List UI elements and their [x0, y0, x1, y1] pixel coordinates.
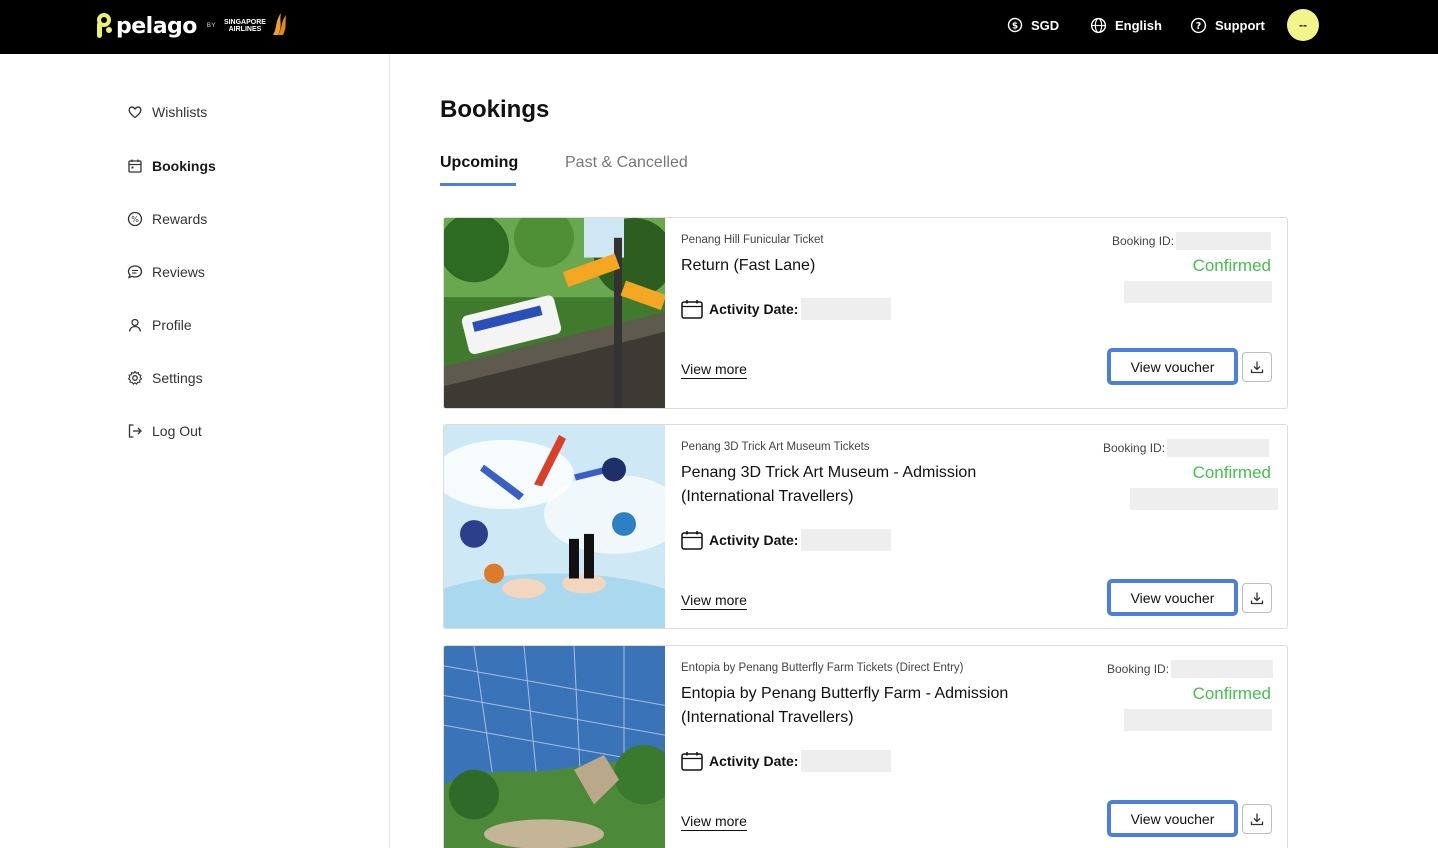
activity-date-label: Activity Date:: [709, 301, 799, 317]
language-selector[interactable]: English: [1090, 15, 1162, 35]
activity-date-row: Activity Date:: [681, 529, 892, 551]
person-icon: [128, 318, 142, 332]
sidebar-item-label: Rewards: [152, 211, 208, 227]
globe-icon: [1090, 17, 1107, 33]
booking-id-row: Booking ID:: [1107, 660, 1274, 678]
svg-text:%: %: [131, 215, 139, 224]
chat-icon: [127, 265, 143, 279]
booking-image: [444, 218, 665, 408]
product-name: Penang 3D Trick Art Museum Tickets: [681, 441, 870, 453]
option-name: Entopia by Penang Butterfly Farm - Admis…: [681, 685, 1009, 726]
avatar[interactable]: --: [1287, 9, 1319, 41]
calendar-icon: [128, 159, 142, 173]
sidebar-item-label: Reviews: [152, 264, 205, 280]
sidebar-item-label: Profile: [152, 317, 192, 333]
partner-name: SINGAPORE AIRLINES: [224, 19, 266, 33]
activity-date-label: Activity Date:: [709, 532, 799, 548]
svg-text:?: ?: [1196, 21, 1202, 32]
view-more-link[interactable]: View more: [681, 813, 747, 829]
option-name: Penang 3D Trick Art Museum - Admission (…: [681, 464, 977, 505]
svg-text:$: $: [1012, 22, 1018, 32]
tab-upcoming[interactable]: Upcoming: [440, 154, 518, 186]
sidebar-item-settings[interactable]: Settings: [127, 368, 203, 388]
view-more-link[interactable]: View more: [681, 592, 747, 608]
booking-id-row: Booking ID:: [1112, 232, 1272, 250]
gear-icon: [127, 370, 143, 385]
product-name: Penang Hill Funicular Ticket: [681, 234, 824, 246]
tab-past-cancelled[interactable]: Past & Cancelled: [565, 154, 688, 186]
price-placeholder: [1124, 709, 1272, 731]
option-name: Return (Fast Lane): [681, 257, 816, 274]
sidebar-item-rewards[interactable]: % Rewards: [127, 209, 207, 229]
download-button[interactable]: [1242, 352, 1272, 382]
product-name: Entopia by Penang Butterfly Farm Tickets…: [681, 662, 964, 674]
calendar-icon: [681, 752, 703, 771]
booking-id-label: Booking ID:: [1103, 441, 1166, 455]
sidebar-item-profile[interactable]: Profile: [127, 315, 192, 335]
booking-id-value: [1167, 439, 1270, 457]
calendar-icon: [681, 300, 703, 319]
status-badge: Confirmed: [1192, 463, 1271, 482]
activity-date-value: [801, 529, 892, 551]
activity-date-value: [801, 750, 892, 772]
status-badge: Confirmed: [1192, 256, 1271, 275]
sidebar-item-logout[interactable]: Log Out: [127, 421, 202, 441]
currency-label: SGD: [1031, 17, 1060, 33]
view-voucher-button[interactable]: View voucher: [1107, 579, 1238, 616]
partner-line-2: AIRLINES: [228, 26, 262, 33]
booking-id-label: Booking ID:: [1107, 662, 1170, 676]
language-label: English: [1115, 17, 1162, 33]
pelago-logo-mark: [94, 12, 114, 40]
help-icon: ?: [1190, 17, 1207, 33]
booking-card[interactable]: Penang Hill Funicular Ticket Return (Fas…: [443, 217, 1288, 409]
brand-name: pelago: [116, 13, 197, 39]
sidebar-item-label: Wishlists: [152, 104, 208, 120]
sia-bird-icon: [269, 11, 289, 42]
sidebar-item-bookings[interactable]: Bookings: [127, 156, 216, 176]
booking-id-value: [1171, 660, 1274, 678]
activity-date-value: [801, 298, 892, 320]
heart-icon: [128, 106, 142, 119]
booking-id-label: Booking ID:: [1112, 234, 1175, 248]
booking-id-value: [1176, 232, 1272, 250]
booking-id-row: Booking ID:: [1103, 439, 1270, 457]
view-more-link[interactable]: View more: [681, 361, 747, 377]
download-button[interactable]: [1242, 583, 1272, 613]
page-title: Bookings: [440, 96, 550, 123]
sidebar-item-label: Log Out: [152, 423, 202, 439]
booking-image: [444, 646, 665, 848]
brand-by: BY: [206, 23, 216, 29]
logout-icon: [128, 424, 142, 438]
activity-date-row: Activity Date:: [681, 750, 892, 772]
download-icon: [1250, 592, 1264, 605]
view-voucher-button[interactable]: View voucher: [1107, 348, 1238, 385]
pelago-logo[interactable]: pelago BY SINGAPORE AIRLINES: [94, 10, 289, 42]
partner-line-1: SINGAPORE: [223, 19, 266, 26]
sidebar-item-reviews[interactable]: Reviews: [127, 262, 205, 282]
currency-selector[interactable]: $ SGD: [1007, 15, 1059, 35]
rewards-icon: %: [127, 211, 143, 227]
sidebar-item-label: Bookings: [152, 158, 216, 174]
booking-card[interactable]: Penang 3D Trick Art Museum Tickets Penan…: [443, 424, 1288, 629]
download-icon: [1250, 361, 1264, 374]
status-badge: Confirmed: [1192, 684, 1271, 703]
activity-date-label: Activity Date:: [709, 753, 799, 769]
top-header: pelago BY SINGAPORE AIRLINES $ SGD Engli…: [0, 0, 1438, 54]
activity-date-row: Activity Date:: [681, 298, 892, 320]
price-placeholder: [1124, 281, 1272, 303]
sidebar-item-wishlists[interactable]: Wishlists: [127, 102, 207, 122]
booking-image: [444, 425, 665, 628]
sidebar-item-label: Settings: [152, 370, 203, 386]
support-label: Support: [1215, 17, 1265, 33]
download-icon: [1250, 813, 1264, 826]
support-link[interactable]: ? Support: [1190, 15, 1265, 35]
download-button[interactable]: [1242, 804, 1272, 834]
account-sidebar: Wishlists Bookings % Rewards Reviews Pro…: [0, 54, 390, 848]
price-placeholder: [1130, 488, 1278, 510]
view-voucher-button[interactable]: View voucher: [1107, 800, 1238, 837]
currency-icon: $: [1007, 17, 1023, 33]
booking-card[interactable]: Entopia by Penang Butterfly Farm Tickets…: [443, 645, 1288, 848]
calendar-icon: [681, 531, 703, 550]
